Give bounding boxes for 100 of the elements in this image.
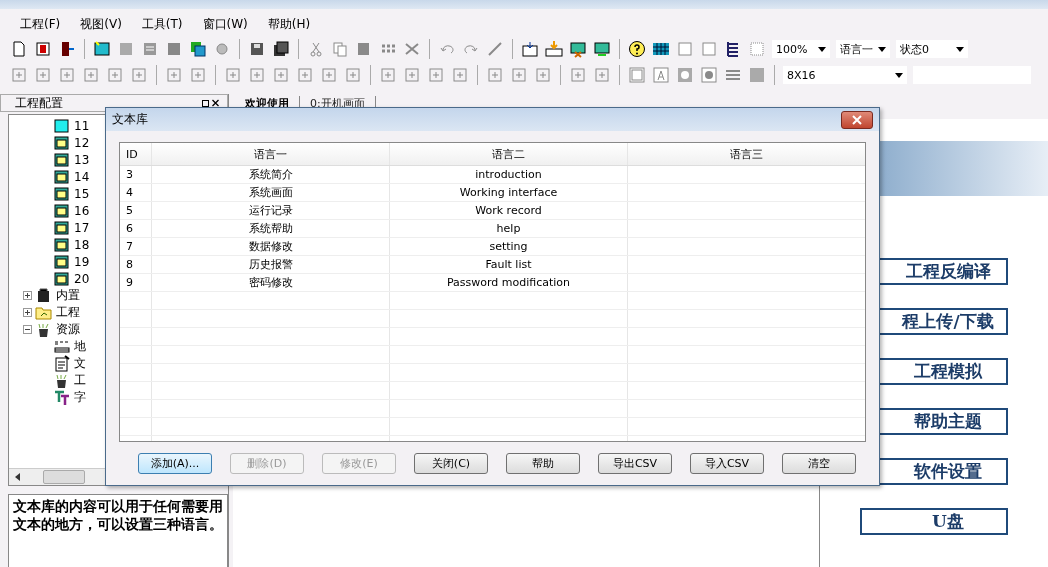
window-icon[interactable]: [165, 40, 183, 58]
font-size-dropdown[interactable]: 8X16: [783, 66, 907, 84]
dialog-button[interactable]: 导出CSV: [598, 453, 672, 474]
dialog-button[interactable]: 添加(A)...: [138, 453, 212, 474]
frame-icon[interactable]: [628, 66, 646, 84]
tree-item[interactable]: 16: [74, 203, 90, 218]
tree-item[interactable]: 文: [74, 355, 86, 372]
language-dropdown[interactable]: 语言一: [836, 40, 890, 58]
table-cell: 8: [120, 256, 152, 273]
panel-title: 工程配置: [15, 94, 63, 112]
table-cell: 6: [120, 220, 152, 237]
table-cell: 3: [120, 166, 152, 183]
table-cell: 4: [120, 184, 152, 201]
tree-item[interactable]: 字: [74, 389, 86, 406]
menu-item[interactable]: 工具(T): [133, 13, 191, 35]
burst-icon[interactable]: [676, 66, 694, 84]
table-cell: Working interface: [390, 184, 628, 201]
table-cell: 系统帮助: [152, 220, 390, 237]
collapse-icon[interactable]: [23, 325, 32, 334]
tree-item[interactable]: 18: [74, 237, 90, 252]
state-dropdown[interactable]: 状态0: [896, 40, 968, 58]
dialog-button[interactable]: 帮助: [506, 453, 580, 474]
filled-square-icon[interactable]: [748, 66, 766, 84]
hmi-download-icon[interactable]: [545, 40, 563, 58]
table-cell: Work record: [390, 202, 628, 219]
monitor-icon[interactable]: [593, 40, 611, 58]
font-icon: [53, 388, 71, 407]
scroll-left-icon[interactable]: [15, 473, 21, 481]
table-cell: help: [390, 220, 628, 237]
dropdown-caret-icon[interactable]: [878, 46, 886, 52]
table-cell: introduction: [390, 166, 628, 183]
pin-icon[interactable]: [202, 99, 209, 107]
description-text: 文本库的内容可以用于任何需要用文本的地方，可以设置三种语言。: [8, 494, 228, 567]
table-cell: 运行记录: [152, 202, 390, 219]
menu-item[interactable]: 帮助(H): [259, 13, 319, 35]
column-header[interactable]: 语言二: [390, 143, 628, 165]
monitor-cross-icon[interactable]: [569, 40, 587, 58]
dialog-button[interactable]: 关闭(C): [414, 453, 488, 474]
tree-item[interactable]: 工: [74, 372, 86, 389]
tree-item[interactable]: 资源: [56, 321, 80, 338]
tree-item[interactable]: 13: [74, 152, 90, 167]
help-icon[interactable]: [628, 40, 646, 58]
cut-icon[interactable]: [307, 40, 325, 58]
expand-icon[interactable]: [23, 308, 32, 317]
menu-item[interactable]: 窗口(W): [194, 13, 256, 35]
document-icon[interactable]: [10, 40, 28, 58]
menu-item[interactable]: 视图(V): [72, 13, 130, 35]
zoom-dropdown[interactable]: 100%: [772, 40, 830, 58]
column-header[interactable]: 语言一: [152, 143, 390, 165]
copy-icon[interactable]: [331, 40, 349, 58]
screen-icon: [53, 133, 71, 152]
dialog-button[interactable]: 导入CSV: [690, 453, 764, 474]
screen-icon[interactable]: [117, 40, 135, 58]
download-icon[interactable]: [521, 40, 539, 58]
tree-item[interactable]: 内置: [56, 287, 80, 304]
tree-item[interactable]: 12: [74, 135, 90, 150]
tree-item[interactable]: 15: [74, 186, 90, 201]
windows-icon[interactable]: [189, 40, 207, 58]
expand-icon[interactable]: [23, 291, 32, 300]
save-all-icon[interactable]: [272, 40, 290, 58]
column-header[interactable]: ID: [120, 143, 152, 165]
scroll-thumb[interactable]: [43, 470, 85, 484]
tree-item[interactable]: 19: [74, 254, 90, 269]
tree-item[interactable]: 14: [74, 169, 90, 184]
tree-item[interactable]: 地: [74, 338, 86, 355]
dropdown-caret-icon[interactable]: [818, 46, 826, 52]
tree-item[interactable]: 工程: [56, 304, 80, 321]
text-icon[interactable]: [652, 66, 670, 84]
pen-icon[interactable]: [486, 40, 504, 58]
save-icon[interactable]: [248, 40, 266, 58]
screen-icon: [53, 218, 71, 237]
menu-button[interactable]: U盘: [860, 508, 1008, 535]
close-icon: [852, 114, 862, 125]
table-cell: 7: [120, 238, 152, 255]
grid-icon[interactable]: [652, 40, 670, 58]
table-cell: Password modification: [390, 274, 628, 291]
table-cell: 数据修改: [152, 238, 390, 255]
screen-icon: [53, 252, 71, 271]
dropdown-caret-icon[interactable]: [895, 72, 903, 78]
dialog-title: 文本库: [112, 111, 148, 128]
close-button[interactable]: [841, 110, 873, 129]
dialog-button[interactable]: 清空: [782, 453, 856, 474]
start-screen-icon: [53, 116, 71, 135]
column-header[interactable]: 语言三: [628, 143, 865, 165]
tree-item[interactable]: 20: [74, 271, 90, 286]
new-screen-icon[interactable]: [93, 40, 111, 58]
delete-icon[interactable]: [403, 40, 421, 58]
tree-item[interactable]: 11: [74, 118, 90, 133]
close-icon[interactable]: [212, 99, 219, 107]
tree-item[interactable]: 17: [74, 220, 90, 235]
dotted-square-icon[interactable]: [748, 40, 766, 58]
dropdown-caret-icon[interactable]: [956, 46, 964, 52]
table-cell: setting: [390, 238, 628, 255]
menu-item[interactable]: 工程(F): [12, 13, 69, 35]
screen-icon: [53, 201, 71, 220]
list-icon[interactable]: [141, 40, 159, 58]
table-cell: 5: [120, 202, 152, 219]
screen-icon: [53, 269, 71, 288]
screen-icon: [53, 167, 71, 186]
table-cell: 9: [120, 274, 152, 291]
